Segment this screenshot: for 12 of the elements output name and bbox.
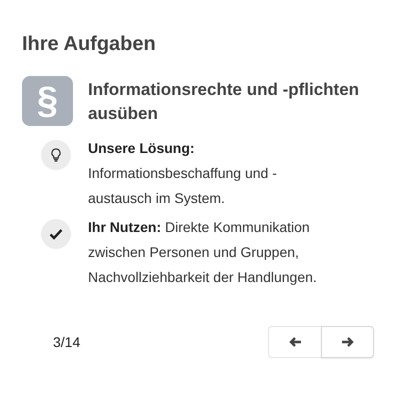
item-text: Unsere Lösung: Informationsbeschaffung und -austausch im System. <box>88 139 278 208</box>
arrow-right-icon <box>341 337 354 347</box>
task-heading: Informationsrechte und -pflichten ausüben <box>88 79 360 125</box>
item-text: Ihr Nutzen: Direkte Kommunikation zwischen Personen und Gruppen, Nachvollziehbarkeit der Handlungen. <box>88 218 318 287</box>
page-counter: 3/14 <box>53 334 80 350</box>
arrow-left-icon <box>288 337 302 347</box>
next-button[interactable] <box>321 326 374 358</box>
paragraph-icon: § <box>22 76 73 126</box>
section-title: Ihre Aufgaben <box>22 33 157 56</box>
lightbulb-icon <box>51 148 61 162</box>
previous-button[interactable] <box>268 326 321 358</box>
checkmark-icon <box>49 228 63 240</box>
